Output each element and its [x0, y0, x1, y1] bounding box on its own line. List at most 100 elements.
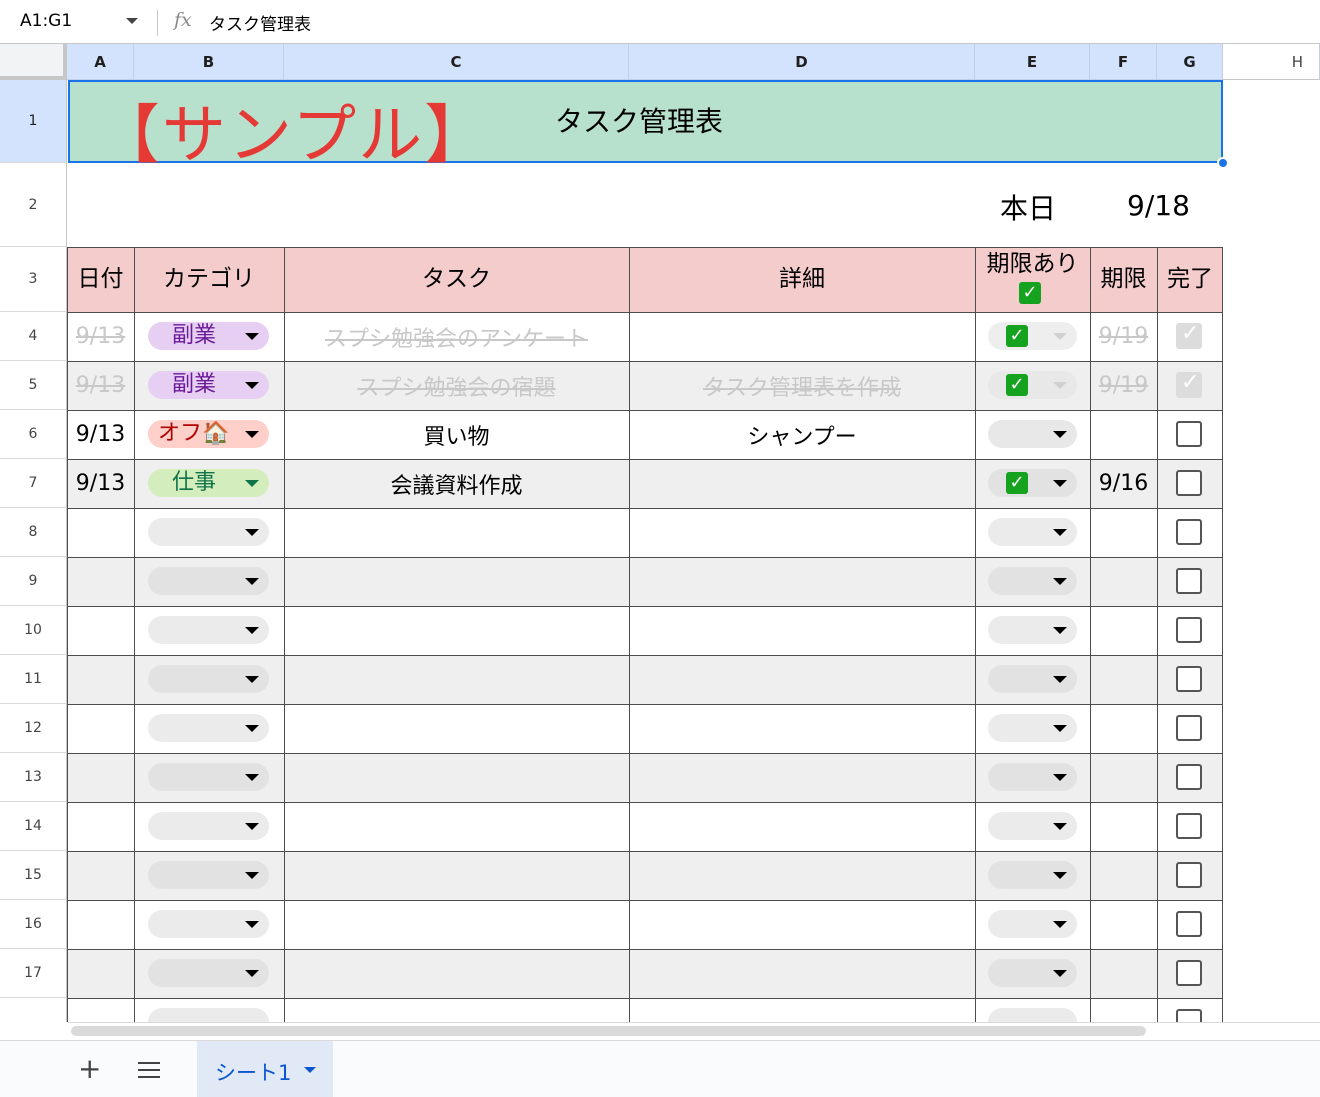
dropdown-arrow-icon[interactable]	[245, 725, 259, 732]
cell-deadline[interactable]: 9/16	[1090, 459, 1157, 508]
row-header-2[interactable]: 2	[0, 163, 67, 247]
dropdown-arrow-icon[interactable]	[1053, 823, 1067, 830]
cell-deadline[interactable]: 9/19	[1090, 312, 1157, 361]
done-checkbox[interactable]	[1176, 519, 1202, 545]
column-header-d[interactable]: D	[629, 44, 975, 80]
category-chip[interactable]	[148, 910, 269, 938]
deadline-flag-chip[interactable]	[988, 567, 1077, 595]
dropdown-arrow-icon[interactable]	[245, 970, 259, 977]
row-header-12[interactable]: 12	[0, 704, 67, 753]
dropdown-arrow-icon[interactable]	[1053, 627, 1067, 634]
category-chip[interactable]	[148, 861, 269, 889]
select-all-corner[interactable]	[0, 44, 67, 80]
cell-deadline[interactable]	[1090, 410, 1157, 459]
column-header-b[interactable]: B	[134, 44, 284, 80]
category-chip[interactable]: オフ🏠	[148, 420, 269, 448]
dropdown-arrow-icon[interactable]	[245, 823, 259, 830]
done-checkbox[interactable]	[1176, 470, 1202, 496]
category-chip[interactable]: 仕事	[148, 469, 269, 497]
column-header-c[interactable]: C	[284, 44, 629, 80]
done-checkbox[interactable]	[1176, 568, 1202, 594]
row-header-10[interactable]: 10	[0, 606, 67, 655]
deadline-flag-chip[interactable]	[988, 861, 1077, 889]
chevron-down-icon[interactable]	[304, 1067, 316, 1073]
dropdown-arrow-icon[interactable]	[1053, 480, 1067, 487]
category-chip[interactable]	[148, 518, 269, 546]
deadline-flag-chip[interactable]	[988, 665, 1077, 693]
header-date[interactable]: 日付	[67, 247, 134, 312]
horizontal-scrollbar[interactable]	[68, 1022, 1320, 1040]
done-checkbox[interactable]	[1176, 764, 1202, 790]
cell-date[interactable]: 9/13	[67, 312, 134, 361]
row-header-3[interactable]: 3	[0, 247, 67, 312]
dropdown-arrow-icon[interactable]	[1053, 774, 1067, 781]
fill-handle[interactable]	[1217, 157, 1229, 169]
dropdown-arrow-icon[interactable]	[1053, 970, 1067, 977]
dropdown-arrow-icon[interactable]	[1053, 578, 1067, 585]
dropdown-arrow-icon[interactable]	[1053, 921, 1067, 928]
cell-detail[interactable]	[629, 312, 975, 361]
cell-task[interactable]: 買い物	[284, 410, 629, 459]
row-header-11[interactable]: 11	[0, 655, 67, 704]
header-has-deadline[interactable]: 期限あり	[975, 249, 1090, 279]
row-header-6[interactable]: 6	[0, 410, 67, 459]
category-chip[interactable]	[148, 665, 269, 693]
row-header-5[interactable]: 5	[0, 361, 67, 410]
done-checkbox[interactable]	[1176, 617, 1202, 643]
done-checkbox[interactable]	[1176, 813, 1202, 839]
category-chip[interactable]	[148, 567, 269, 595]
row-header-13[interactable]: 13	[0, 753, 67, 802]
dropdown-arrow-icon[interactable]	[1053, 431, 1067, 438]
dropdown-arrow-icon[interactable]	[1053, 676, 1067, 683]
header-category[interactable]: カテゴリ	[134, 247, 284, 312]
category-chip[interactable]	[148, 1008, 269, 1022]
cell-detail[interactable]: シャンプー	[629, 410, 975, 459]
cell-task[interactable]: スプシ勉強会の宿題	[284, 361, 629, 410]
category-chip[interactable]	[148, 714, 269, 742]
deadline-flag-chip[interactable]	[988, 371, 1077, 399]
done-checkbox[interactable]	[1176, 421, 1202, 447]
header-detail[interactable]: 詳細	[629, 247, 975, 312]
cell-date[interactable]: 9/13	[67, 361, 134, 410]
row-header-8[interactable]: 8	[0, 508, 67, 557]
column-header-g[interactable]: G	[1157, 44, 1223, 80]
dropdown-arrow-icon[interactable]	[245, 333, 259, 340]
done-checkbox[interactable]	[1176, 911, 1202, 937]
dropdown-arrow-icon[interactable]	[245, 480, 259, 487]
deadline-flag-chip[interactable]	[988, 1008, 1077, 1022]
row-header-17[interactable]: 17	[0, 949, 67, 998]
add-sheet-button[interactable]: +	[78, 1052, 101, 1085]
cell-date[interactable]: 9/13	[67, 410, 134, 459]
cell-detail[interactable]: タスク管理表を作成	[629, 361, 975, 410]
dropdown-arrow-icon[interactable]	[1053, 529, 1067, 536]
dropdown-arrow-icon[interactable]	[245, 382, 259, 389]
done-checkbox[interactable]	[1176, 715, 1202, 741]
name-box[interactable]: A1:G1	[0, 0, 156, 44]
row-header-4[interactable]: 4	[0, 312, 67, 361]
scrollbar-thumb[interactable]	[71, 1026, 1146, 1036]
done-checkbox[interactable]	[1176, 960, 1202, 986]
deadline-flag-chip[interactable]	[988, 763, 1077, 791]
row-header-18[interactable]	[0, 998, 67, 1022]
cell-detail[interactable]	[629, 459, 975, 508]
deadline-flag-chip[interactable]	[988, 910, 1077, 938]
done-checkbox[interactable]	[1176, 862, 1202, 888]
deadline-flag-chip[interactable]	[988, 959, 1077, 987]
category-chip[interactable]: 副業	[148, 371, 269, 399]
deadline-flag-chip[interactable]	[988, 322, 1077, 350]
category-chip[interactable]	[148, 959, 269, 987]
chevron-down-icon[interactable]	[126, 18, 138, 24]
deadline-flag-chip[interactable]	[988, 616, 1077, 644]
header-done[interactable]: 完了	[1157, 247, 1223, 312]
row-header-14[interactable]: 14	[0, 802, 67, 851]
today-date[interactable]: 9/18	[1127, 189, 1190, 222]
column-header-f[interactable]: F	[1090, 44, 1157, 80]
dropdown-arrow-icon[interactable]	[1053, 333, 1067, 340]
done-checkbox[interactable]	[1176, 370, 1202, 398]
hamburger-icon[interactable]	[138, 1062, 160, 1078]
cell-task[interactable]: 会議資料作成	[284, 459, 629, 508]
cell-date[interactable]: 9/13	[67, 459, 134, 508]
category-chip[interactable]	[148, 763, 269, 791]
category-chip[interactable]: 副業	[148, 322, 269, 350]
dropdown-arrow-icon[interactable]	[245, 872, 259, 879]
